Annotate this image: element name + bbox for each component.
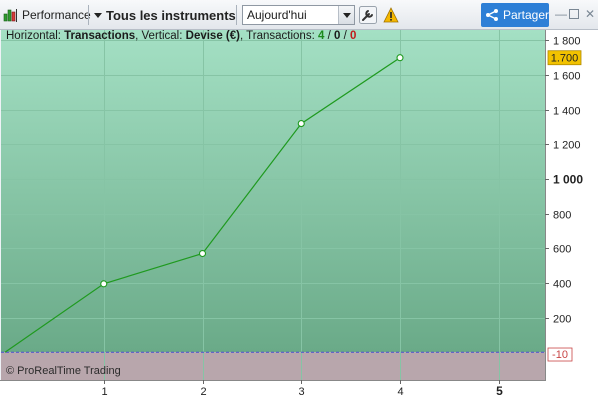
transactions-label: , Transactions: — [239, 30, 315, 42]
y-tick-label: 1 000 — [553, 173, 583, 187]
current-value-label: 1.700 — [551, 53, 579, 65]
performance-label: Performance — [22, 8, 91, 22]
x-tick-label: 2 — [200, 386, 206, 398]
share-button[interactable]: Partager — [481, 3, 549, 27]
minimize-icon[interactable]: — — [555, 8, 567, 20]
current-value-tag: 1.700 — [547, 50, 582, 66]
y-tick-label: 600 — [553, 244, 571, 256]
chart-plot-area — [1, 30, 545, 353]
y-tick-label: 1 800 — [553, 36, 581, 48]
chart-info-line: Horizontal: Transactions, Vertical: Devi… — [6, 30, 356, 45]
instruments-label: Tous les instruments — [106, 7, 236, 23]
chevron-down-icon[interactable] — [338, 6, 354, 24]
maximize-icon[interactable] — [569, 9, 579, 19]
performance-button[interactable]: Performance — [3, 5, 91, 25]
zero-value-tag: -10 — [547, 347, 573, 362]
y-tick-label: 1 400 — [553, 106, 581, 118]
vertical-value: Devise (€) — [185, 30, 240, 42]
x-tick-label: 4 — [397, 386, 403, 398]
copyright-text: © ProRealTime Trading — [6, 365, 121, 377]
performance-chart[interactable]: 1 800 1 600 1 400 1 200 1 000 800 600 400 200 1 2… — [0, 30, 598, 401]
toolbar: Performance Tous les instruments Aujourd… — [0, 0, 598, 30]
dropdown-caret-icon — [94, 12, 102, 18]
chart-canvas[interactable]: 1 800 1 600 1 400 1 200 1 000 800 600 400 200 1 2… — [0, 30, 598, 401]
close-icon[interactable]: ✕ — [584, 8, 596, 20]
horizontal-label: Horizontal: — [6, 30, 61, 42]
data-point — [396, 54, 404, 62]
x-tick-label: 3 — [298, 386, 304, 398]
share-icon — [485, 9, 498, 21]
x-tick-label: 1 — [101, 386, 107, 398]
y-axis-panel — [545, 30, 598, 380]
performance-chart-icon — [3, 9, 17, 22]
zero-value-label: -10 — [552, 349, 568, 361]
y-tick-label: 1 600 — [553, 71, 581, 83]
y-tick-label: 200 — [553, 314, 571, 326]
y-tick-label: 800 — [553, 210, 571, 222]
transactions-lost: 0 — [349, 30, 357, 42]
share-label: Partager — [502, 8, 549, 22]
toolbar-divider — [236, 5, 237, 25]
data-point — [100, 280, 108, 288]
warning-icon[interactable] — [383, 7, 399, 23]
data-point — [198, 249, 207, 258]
x-tick-label: 5 — [496, 384, 503, 398]
period-select[interactable]: Aujourd'hui — [242, 5, 355, 25]
period-value: Aujourd'hui — [247, 8, 307, 22]
horizontal-value: Transactions — [64, 30, 136, 42]
vertical-label: , Vertical: — [135, 30, 183, 42]
instruments-dropdown[interactable]: Tous les instruments — [94, 5, 236, 25]
wrench-icon[interactable] — [359, 6, 377, 24]
toolbar-divider — [88, 5, 89, 25]
y-tick-label: 1 200 — [553, 140, 581, 152]
transactions-sep: / — [324, 30, 334, 42]
transactions-sep: / — [340, 30, 350, 42]
y-tick-label: 400 — [553, 279, 571, 291]
data-point — [297, 120, 305, 128]
